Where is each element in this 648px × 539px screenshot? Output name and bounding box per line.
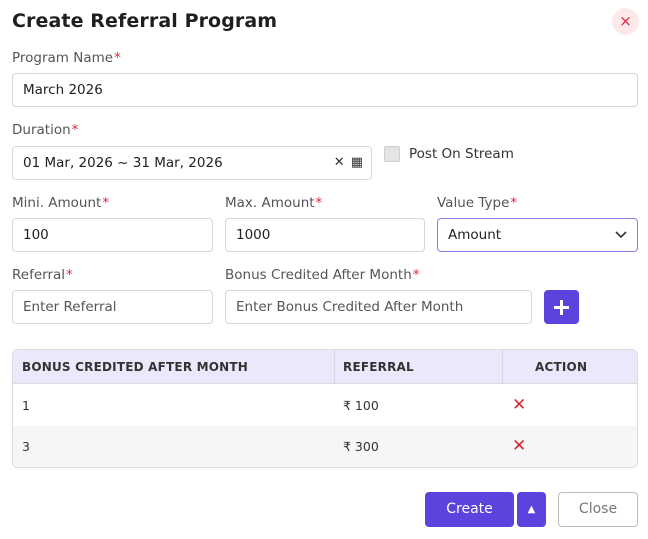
cell-referral: ₹ 100 xyxy=(343,398,379,413)
column-header-bonus-month: BONUS CREDITED AFTER MONTH xyxy=(22,360,249,374)
required-marker: * xyxy=(114,50,121,66)
min-amount-label: Mini. Amount* xyxy=(12,195,109,211)
bonus-month-input[interactable]: Enter Bonus Credited After Month xyxy=(225,290,532,324)
duration-label-text: Duration xyxy=(12,122,71,138)
create-options-caret-up-icon[interactable]: ▲ xyxy=(517,492,546,527)
column-header-referral: REFERRAL xyxy=(343,360,414,374)
max-amount-input[interactable]: 1000 xyxy=(225,218,425,252)
required-marker: * xyxy=(66,267,73,283)
close-button[interactable]: Close xyxy=(558,492,638,527)
chevron-down-icon xyxy=(615,231,627,239)
post-on-stream-checkbox[interactable] xyxy=(384,146,400,162)
cell-month: 3 xyxy=(22,439,30,454)
referral-label-text: Referral xyxy=(12,267,66,283)
bonus-month-label-text: Bonus Credited After Month xyxy=(225,267,412,283)
column-header-action: ACTION xyxy=(535,360,588,374)
referral-label: Referral* xyxy=(12,267,73,283)
table-row: 3 ₹ 300 ✕ xyxy=(13,426,637,467)
dialog-title: Create Referral Program xyxy=(12,10,278,32)
required-marker: * xyxy=(412,267,420,283)
required-marker: * xyxy=(71,122,79,138)
value-type-select[interactable]: Amount xyxy=(437,218,638,252)
program-name-label-text: Program Name xyxy=(12,50,114,66)
delete-row-icon[interactable]: ✕ xyxy=(512,426,526,467)
table-row: 1 ₹ 100 ✕ xyxy=(13,385,637,426)
cell-referral: ₹ 300 xyxy=(343,439,379,454)
bonus-month-label: Bonus Credited After Month* xyxy=(225,267,420,283)
required-marker: * xyxy=(315,195,323,211)
clear-icon[interactable]: ✕ xyxy=(334,147,345,179)
close-dialog-icon[interactable]: × xyxy=(612,8,639,35)
program-name-input[interactable]: March 2026 xyxy=(12,73,638,107)
create-button[interactable]: Create xyxy=(425,492,514,527)
create-referral-program-dialog: Create Referral Program × Program Name* … xyxy=(0,0,648,539)
min-amount-label-text: Mini. Amount xyxy=(12,195,102,211)
value-type-selected: Amount xyxy=(448,227,502,243)
post-on-stream-label: Post On Stream xyxy=(409,146,514,162)
referral-input[interactable]: Enter Referral xyxy=(12,290,213,324)
min-amount-input[interactable]: 100 xyxy=(12,218,213,252)
bonus-table: BONUS CREDITED AFTER MONTH REFERRAL ACTI… xyxy=(12,349,638,468)
duration-value: 01 Mar, 2026 ~ 31 Mar, 2026 xyxy=(23,155,223,171)
add-row-button[interactable] xyxy=(544,290,579,324)
duration-label: Duration* xyxy=(12,122,78,138)
required-marker: * xyxy=(102,195,110,211)
duration-date-range-input[interactable]: 01 Mar, 2026 ~ 31 Mar, 2026 ✕ ▦ xyxy=(12,146,372,180)
value-type-label: Value Type* xyxy=(437,195,517,211)
program-name-label: Program Name* xyxy=(12,50,121,66)
cell-month: 1 xyxy=(22,398,30,413)
max-amount-label: Max. Amount* xyxy=(225,195,322,211)
table-header: BONUS CREDITED AFTER MONTH REFERRAL ACTI… xyxy=(13,350,637,384)
max-amount-label-text: Max. Amount xyxy=(225,195,315,211)
value-type-label-text: Value Type xyxy=(437,195,510,211)
delete-row-icon[interactable]: ✕ xyxy=(512,385,526,426)
calendar-icon[interactable]: ▦ xyxy=(351,147,363,179)
required-marker: * xyxy=(510,195,518,211)
